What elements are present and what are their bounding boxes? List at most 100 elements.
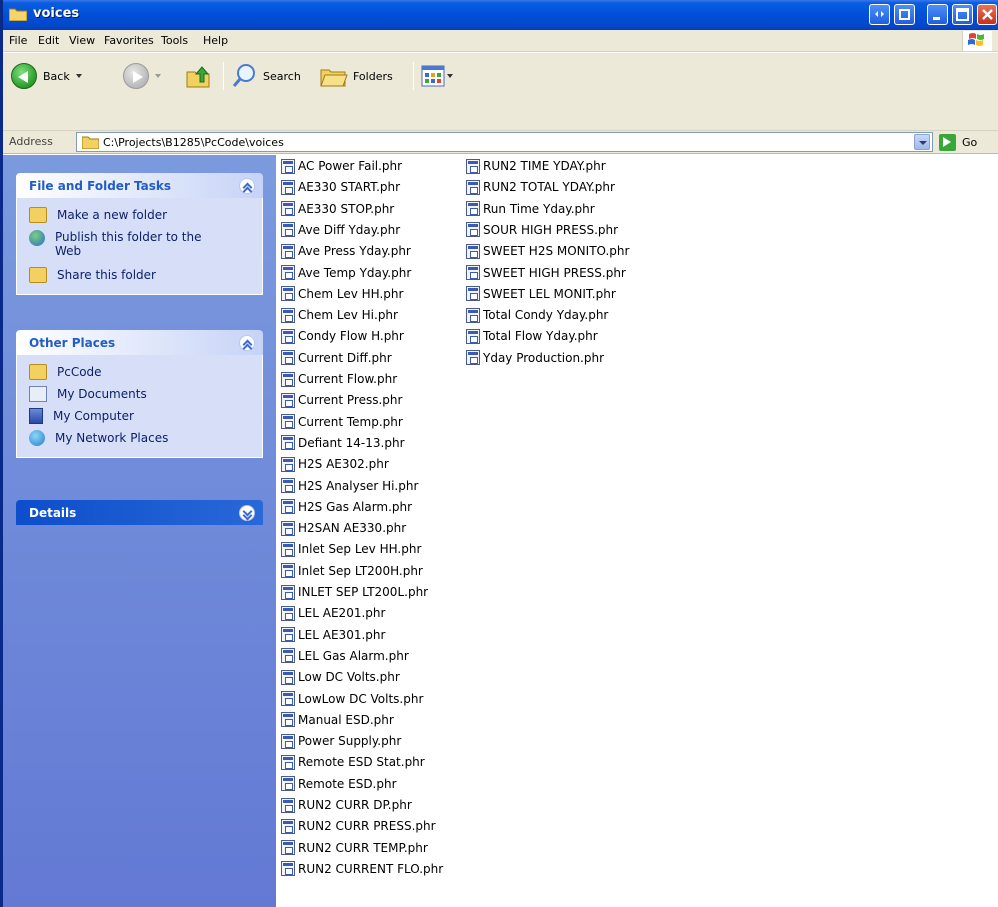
tile-button[interactable] (894, 4, 915, 25)
file-item[interactable]: H2SAN AE330.phr (281, 519, 406, 537)
views-button[interactable] (421, 60, 453, 92)
panel-title: File and Folder Tasks (29, 179, 172, 193)
file-item[interactable]: SWEET HIGH PRESS.phr (466, 264, 626, 282)
forward-dropdown-icon[interactable] (155, 74, 161, 78)
panel-header[interactable]: Other Places (16, 330, 263, 355)
task-publish-folder[interactable]: Publish this folder to the Web (17, 226, 262, 264)
collapse-chevron-icon[interactable] (239, 335, 255, 351)
place-my-network-places[interactable]: My Network Places (17, 427, 262, 449)
maximize-button[interactable] (952, 4, 973, 25)
file-item[interactable]: Chem Lev Hi.phr (281, 306, 398, 324)
file-item[interactable]: LowLow DC Volts.phr (281, 690, 423, 708)
file-item[interactable]: Current Diff.phr (281, 349, 392, 367)
task-make-new-folder[interactable]: Make a new folder (17, 204, 262, 226)
file-item[interactable]: Ave Diff Yday.phr (281, 221, 400, 239)
file-item[interactable]: SWEET LEL MONIT.phr (466, 285, 616, 303)
title-bar[interactable]: voices (3, 0, 998, 30)
file-item[interactable]: Ave Press Yday.phr (281, 242, 411, 260)
go-label: Go (962, 135, 978, 149)
file-item[interactable]: H2S AE302.phr (281, 455, 389, 473)
place-my-computer[interactable]: My Computer (17, 405, 262, 427)
menu-favorites[interactable]: Favorites (104, 34, 154, 47)
menu-file[interactable]: File (9, 34, 27, 47)
go-button[interactable]: Go (939, 133, 977, 151)
menu-view[interactable]: View (69, 34, 95, 47)
file-name: Current Temp.phr (298, 414, 403, 429)
file-item[interactable]: RUN2 TOTAL YDAY.phr (466, 178, 615, 196)
menu-edit[interactable]: Edit (38, 34, 59, 47)
file-item[interactable]: Current Temp.phr (281, 413, 403, 431)
panel-header[interactable]: Details (16, 500, 263, 525)
file-item[interactable]: RUN2 CURR DP.phr (281, 796, 412, 814)
file-item[interactable]: Condy Flow H.phr (281, 327, 404, 345)
panel-header[interactable]: File and Folder Tasks (16, 173, 263, 198)
file-item[interactable]: Total Condy Yday.phr (466, 306, 608, 324)
up-folder-icon (186, 66, 210, 88)
file-item[interactable]: Yday Production.phr (466, 349, 604, 367)
file-item[interactable]: SWEET H2S MONITO.phr (466, 242, 629, 260)
file-name: Ave Diff Yday.phr (298, 222, 401, 237)
place-label: My Computer (53, 409, 134, 423)
folders-button[interactable]: Folders (319, 60, 393, 92)
menu-tools[interactable]: Tools (161, 34, 188, 47)
address-dropdown-button[interactable] (914, 134, 930, 150)
phr-file-icon (281, 265, 295, 280)
task-share-folder[interactable]: Share this folder (17, 264, 262, 286)
file-item[interactable]: AC Power Fail.phr (281, 157, 402, 175)
file-item[interactable]: Remote ESD.phr (281, 775, 397, 793)
phr-file-icon (281, 328, 295, 344)
file-item[interactable]: Low DC Volts.phr (281, 668, 400, 686)
place-pccode[interactable]: PcCode (17, 361, 262, 383)
expand-chevron-icon[interactable] (239, 505, 255, 521)
file-item[interactable]: LEL Gas Alarm.phr (281, 647, 409, 665)
back-button[interactable]: Back (11, 60, 82, 92)
file-item[interactable]: Run Time Yday.phr (466, 200, 595, 218)
file-item[interactable]: LEL AE201.phr (281, 604, 385, 622)
phr-file-icon (466, 158, 480, 174)
file-name: Manual ESD.phr (298, 712, 394, 727)
file-item[interactable]: Inlet Sep LT200H.phr (281, 562, 423, 580)
close-button[interactable] (977, 4, 997, 25)
my-documents-icon (29, 386, 47, 402)
file-item[interactable]: AE330 START.phr (281, 178, 400, 196)
collapse-chevron-icon[interactable] (239, 178, 255, 194)
file-name: Chem Lev Hi.phr (298, 308, 398, 323)
my-computer-icon (29, 408, 43, 424)
back-dropdown-icon[interactable] (75, 74, 82, 78)
forward-button[interactable] (123, 60, 161, 92)
file-item[interactable]: Ave Temp Yday.phr (281, 264, 411, 282)
search-button[interactable]: Search (231, 60, 301, 92)
file-item[interactable]: Power Supply.phr (281, 732, 401, 750)
extra-titlebar-button[interactable] (869, 4, 890, 25)
menu-help[interactable]: Help (203, 34, 228, 47)
file-item[interactable]: AE330 STOP.phr (281, 200, 394, 218)
file-item[interactable]: RUN2 TIME YDAY.phr (466, 157, 606, 175)
place-my-documents[interactable]: My Documents (17, 383, 262, 405)
file-item[interactable]: Chem Lev HH.phr (281, 285, 403, 303)
address-input[interactable]: C:\Projects\B1285\PcCode\voices (76, 132, 933, 152)
file-item[interactable]: Defiant 14-13.phr (281, 434, 405, 452)
new-folder-icon (29, 207, 47, 223)
file-item[interactable]: RUN2 CURR PRESS.phr (281, 817, 436, 835)
minimize-button[interactable] (927, 4, 948, 25)
phr-file-icon (281, 691, 295, 706)
file-item[interactable]: Remote ESD Stat.phr (281, 753, 425, 771)
file-item[interactable]: Manual ESD.phr (281, 711, 394, 729)
file-item[interactable]: H2S Gas Alarm.phr (281, 498, 412, 516)
file-item[interactable]: INLET SEP LT200L.phr (281, 583, 428, 601)
file-item[interactable]: Current Flow.phr (281, 370, 397, 388)
file-item[interactable]: SOUR HIGH PRESS.phr (466, 221, 618, 239)
file-item[interactable]: RUN2 CURRENT FLO.phr (281, 860, 443, 878)
task-pane: File and Folder Tasks Make a new folder … (3, 155, 276, 907)
file-name: Remote ESD Stat.phr (298, 755, 425, 770)
file-name: Total Flow Yday.phr (483, 329, 598, 344)
file-item[interactable]: Total Flow Yday.phr (466, 327, 598, 345)
file-item[interactable]: LEL AE301.phr (281, 626, 385, 644)
file-item[interactable]: H2S Analyser Hi.phr (281, 477, 418, 495)
file-item[interactable]: Inlet Sep Lev HH.phr (281, 540, 421, 558)
phr-file-icon (281, 605, 295, 621)
up-folder-button[interactable] (184, 60, 212, 92)
file-item[interactable]: Current Press.phr (281, 391, 402, 409)
views-dropdown-icon[interactable] (447, 74, 453, 78)
file-item[interactable]: RUN2 CURR TEMP.phr (281, 839, 428, 857)
